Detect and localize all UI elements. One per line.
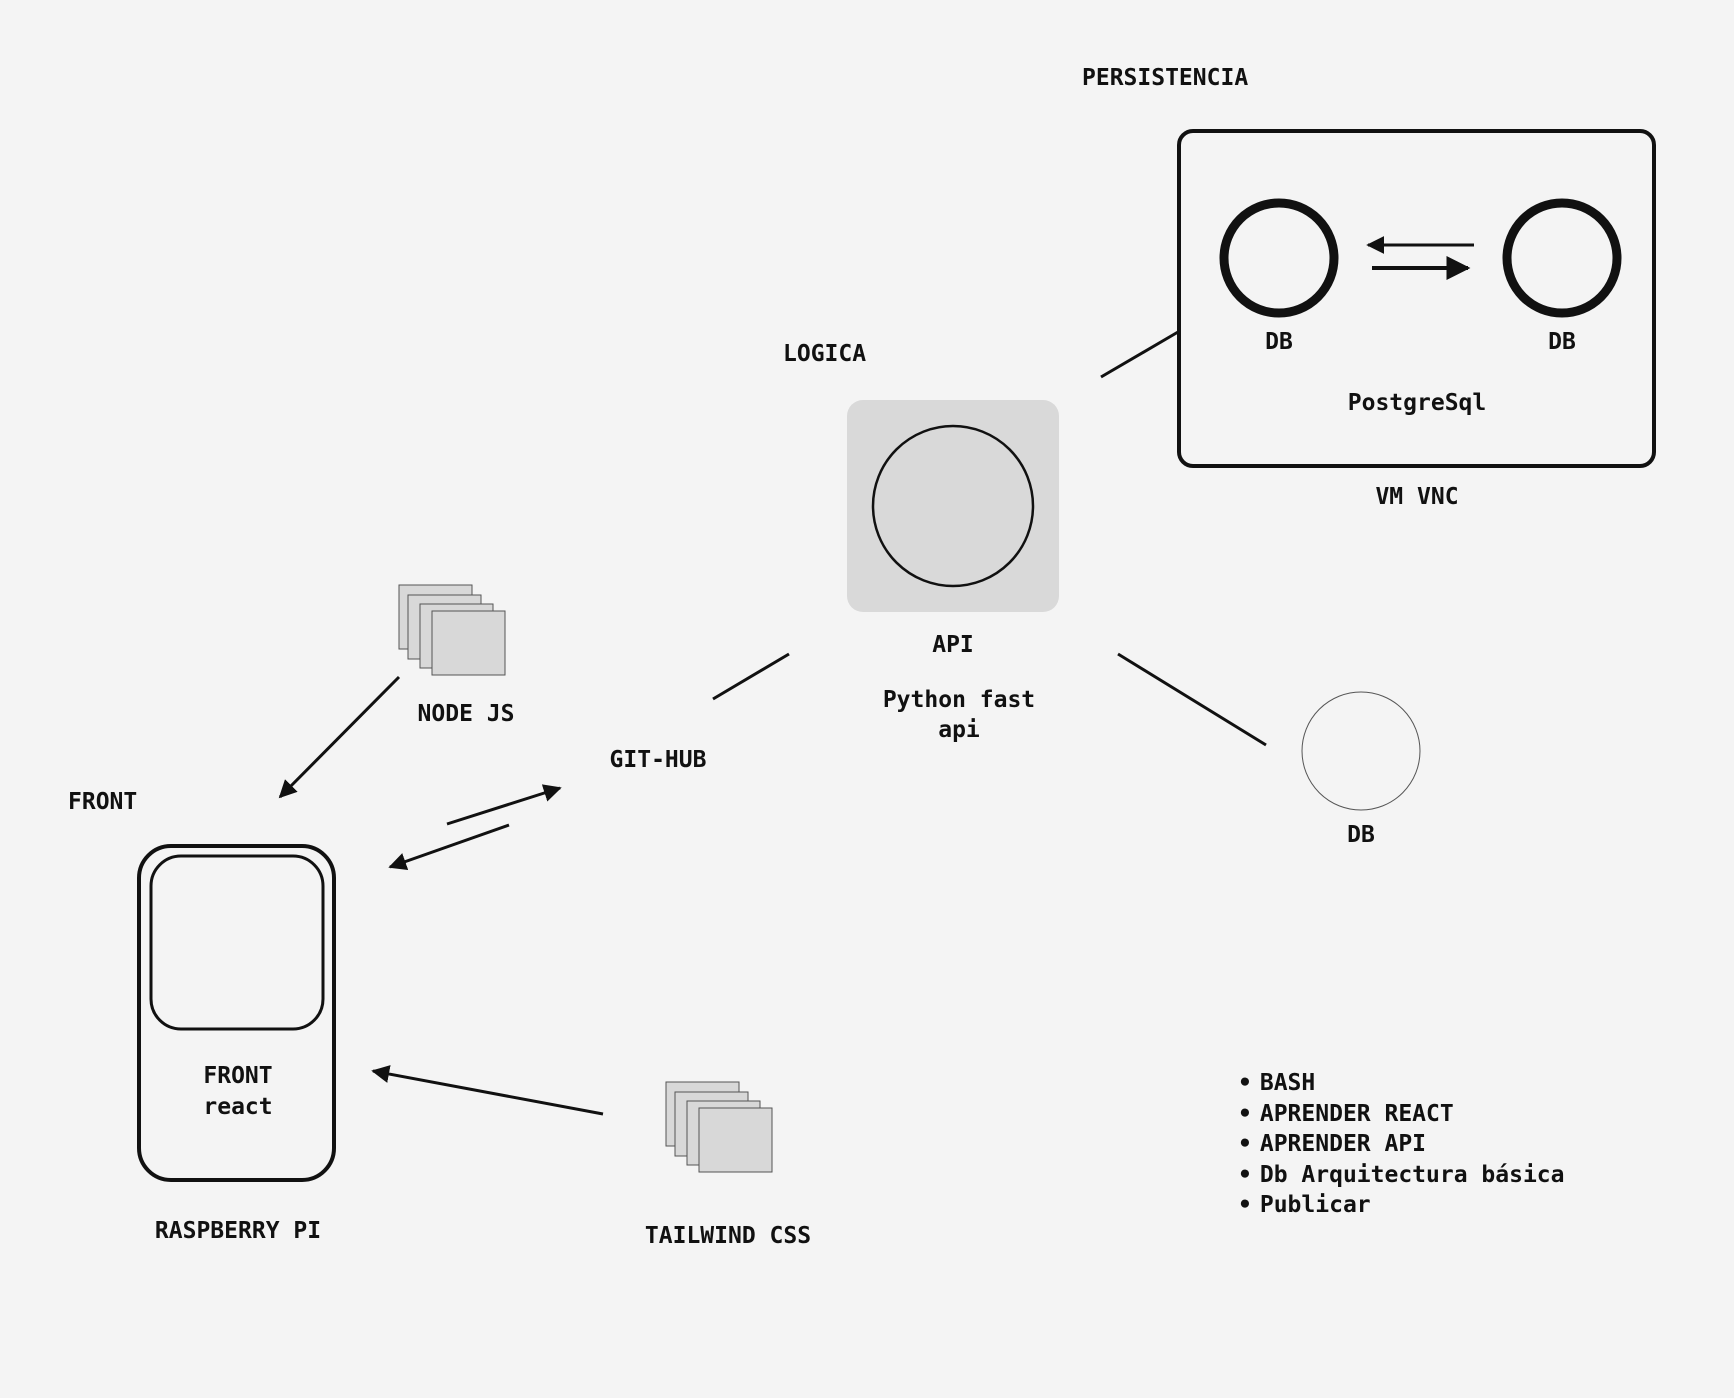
tailwind-label: TAILWIND CSS — [644, 1223, 812, 1249]
connector-api-db — [1117, 652, 1267, 747]
front-device-line2: react — [203, 1094, 273, 1120]
front-device-line1: FRONT — [203, 1063, 273, 1089]
nodejs-label: NODE JS — [417, 701, 515, 727]
arrow-front-github — [446, 784, 562, 826]
arrow-tailwind-front — [371, 1065, 604, 1116]
section-logica: LOGICA — [783, 341, 867, 367]
arrow-github-front — [388, 823, 510, 871]
section-front: FRONT — [68, 789, 138, 815]
api-node-square — [847, 400, 1059, 612]
db-left-icon — [1219, 198, 1339, 318]
connector-api-github — [712, 652, 790, 701]
db-left-label: DB — [1265, 329, 1293, 355]
front-device-screen — [149, 854, 325, 1031]
arrow-nodejs-front — [278, 675, 401, 799]
todo-list: BASH APRENDER REACT APRENDER API Db Arqu… — [1238, 1068, 1565, 1221]
vm-vnc-label: VM VNC — [1375, 484, 1459, 510]
standalone-db-label: DB — [1347, 822, 1375, 848]
postgres-label: PostgreSql — [1347, 390, 1487, 416]
standalone-db-icon — [1301, 691, 1421, 811]
todo-item: BASH — [1238, 1068, 1565, 1099]
api-tech-line2: api — [938, 717, 980, 743]
nodejs-stack-icon — [398, 584, 506, 676]
db-right-label: DB — [1548, 329, 1576, 355]
todo-item: APRENDER REACT — [1238, 1099, 1565, 1130]
todo-item: Db Arquitectura básica — [1238, 1160, 1565, 1191]
tailwind-stack-icon — [665, 1081, 773, 1173]
api-label: API — [932, 632, 974, 658]
todo-item: APRENDER API — [1238, 1129, 1565, 1160]
front-device-outer — [137, 844, 336, 1182]
raspberry-pi-label: RASPBERRY PI — [154, 1218, 322, 1244]
connector-api-persistence — [1100, 330, 1179, 379]
api-tech-line1: Python fast — [882, 687, 1036, 713]
todo-item: Publicar — [1238, 1190, 1565, 1221]
github-label: GIT-HUB — [609, 747, 707, 773]
db-right-icon — [1502, 198, 1622, 318]
section-persistencia: PERSISTENCIA — [1082, 65, 1249, 91]
